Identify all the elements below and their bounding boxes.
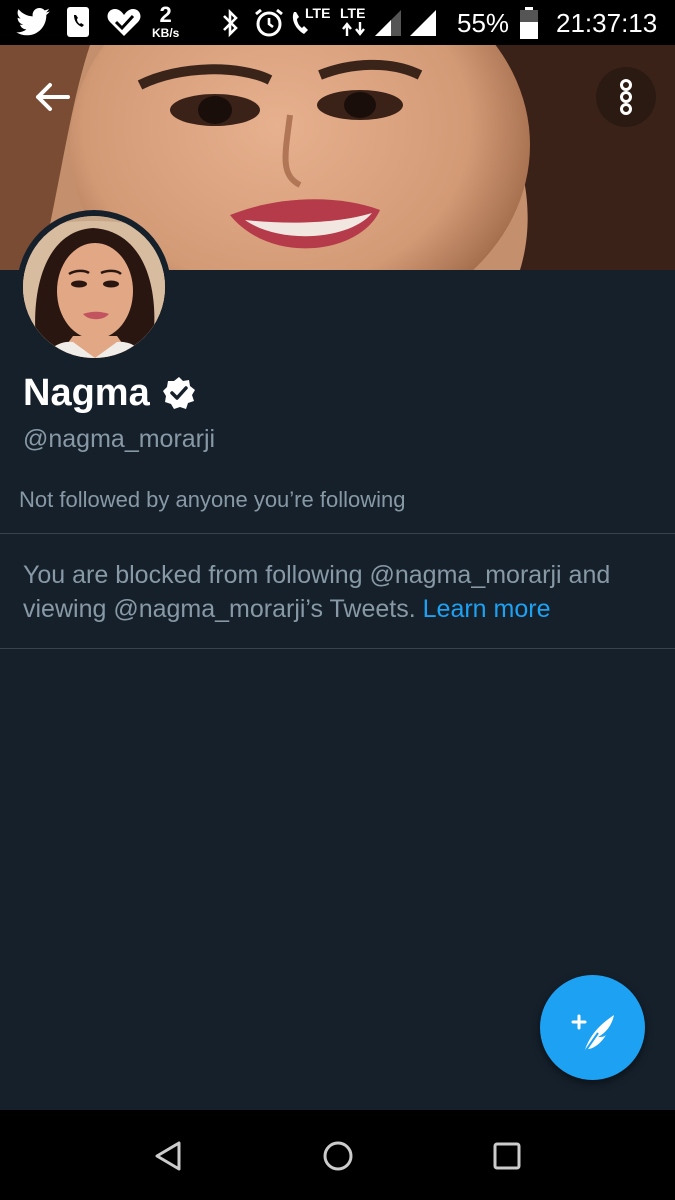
divider-bottom [0,648,675,649]
profile-name-row: Nagma [23,368,196,418]
followed-by-text: Not followed by anyone you’re following [19,487,406,512]
signal-strength-icon-1 [375,10,401,36]
back-button[interactable] [22,67,82,127]
lte-label-1: LTE [305,5,331,21]
verified-badge-icon [162,377,195,409]
learn-more-link[interactable]: Learn more [423,595,551,623]
bluetooth-icon [223,8,238,38]
alarm-icon [255,8,283,37]
display-name: Nagma [23,371,150,414]
network-speed-unit: KB/s [152,26,180,40]
status-bar: 2 KB/s LTE LTE 55% 21:37:13 [0,0,675,45]
clock: 21:37:13 [556,8,658,38]
more-vertical-icon [620,79,632,115]
compose-feather-icon [571,1014,614,1054]
compose-tweet-button[interactable] [540,975,645,1080]
nav-back-button[interactable] [152,1140,184,1172]
network-speed: 2 KB/s [152,2,180,40]
battery-percent: 55% [457,8,510,38]
profile-avatar[interactable] [17,210,171,364]
lte-label-2: LTE [340,5,366,21]
nav-recents-button[interactable] [492,1141,522,1171]
more-options-button[interactable] [596,67,656,127]
data-arrows-icon [342,22,365,36]
nav-home-button[interactable] [321,1139,355,1173]
battery-icon [520,7,538,39]
twitter-notification-icon [16,8,50,36]
profile-handle: @nagma_morarji [23,425,216,453]
back-arrow-icon [36,83,70,111]
network-speed-value: 2 [159,2,172,27]
health-heart-icon [107,9,141,36]
call-notification-icon [67,7,89,37]
avatar-photo [23,216,165,358]
blocked-notice: You are blocked from following @nagma_mo… [23,558,663,626]
system-navigation-bar [0,1110,675,1200]
signal-strength-icon-2 [410,10,436,36]
divider-top [0,533,675,534]
